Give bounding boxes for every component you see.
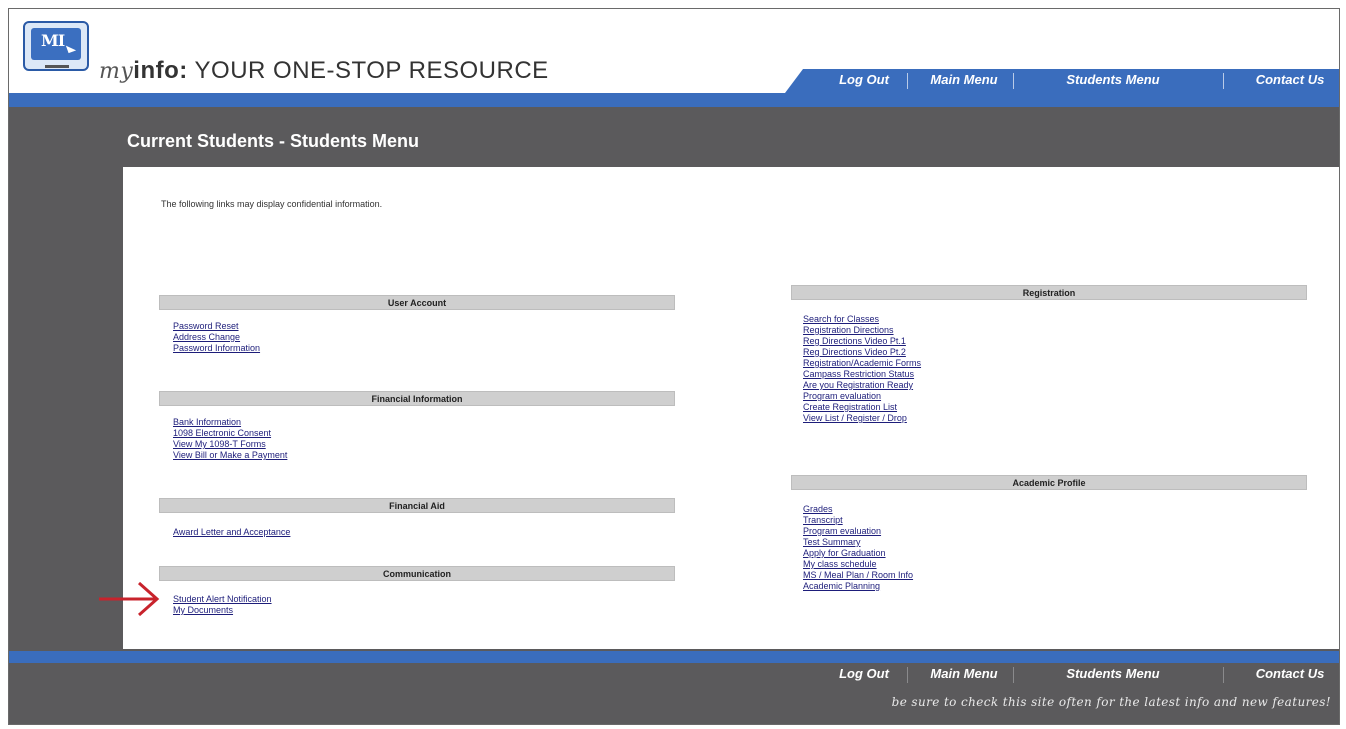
link-my-class-schedule[interactable]: My class schedule [803,559,913,570]
link-award-letter[interactable]: Award Letter and Acceptance [173,527,290,538]
link-view-bill[interactable]: View Bill or Make a Payment [173,450,287,461]
nav-divider [1223,73,1224,89]
nav-log-out[interactable]: Log Out [829,72,899,87]
section-header-financial-aid: Financial Aid [159,498,675,513]
link-password-reset[interactable]: Password Reset [173,321,260,332]
link-reg-directions-video-2[interactable]: Reg Directions Video Pt.2 [803,347,921,358]
nav-divider [1013,667,1014,683]
link-transcript[interactable]: Transcript [803,515,913,526]
nav-divider [1223,667,1224,683]
bottom-nav: Log Out Main Menu Students Menu Contact … [785,659,1339,683]
link-1098-electronic-consent[interactable]: 1098 Electronic Consent [173,428,287,439]
link-view-1098t-forms[interactable]: View My 1098-T Forms [173,439,287,450]
nav-divider [907,73,908,89]
nav-divider [1013,73,1014,89]
communication-links: Student Alert Notification My Documents [173,594,272,616]
page-title: Current Students - Students Menu [127,131,419,151]
cursor-icon [65,42,77,54]
nav-main-menu[interactable]: Main Menu [923,72,1005,87]
footer-tagline: be sure to check this site often for the… [891,695,1331,709]
link-student-alert-notification[interactable]: Student Alert Notification [173,594,272,605]
top-nav: Log Out Main Menu Students Menu Contact … [785,69,1339,93]
link-view-list-register-drop[interactable]: View List / Register / Drop [803,413,921,424]
financial-information-links: Bank Information 1098 Electronic Consent… [173,417,287,461]
footer-nav-contact-us[interactable]: Contact Us [1245,666,1335,681]
registration-links: Search for Classes Registration Directio… [803,314,921,424]
footer-nav-students-menu[interactable]: Students Menu [1053,666,1173,681]
link-grades[interactable]: Grades [803,504,913,515]
logo-text: MI [41,31,65,50]
brand-my: my [99,59,134,84]
brand-info: info: [133,57,188,84]
link-address-change[interactable]: Address Change [173,332,260,343]
section-header-academic-profile: Academic Profile [791,475,1307,490]
link-registration-directions[interactable]: Registration Directions [803,325,921,336]
nav-divider [907,667,908,683]
link-registration-academic-forms[interactable]: Registration/Academic Forms [803,358,921,369]
students-menu-panel: The following links may display confiden… [123,167,1339,649]
link-program-evaluation[interactable]: Program evaluation [803,391,921,402]
monitor-stand [45,65,69,68]
section-header-registration: Registration [791,285,1307,300]
link-meal-plan-room-info[interactable]: MS / Meal Plan / Room Info [803,570,913,581]
confidential-notice: The following links may display confiden… [161,199,383,209]
myinfo-logo-icon[interactable]: MI [23,21,89,71]
link-academic-planning[interactable]: Academic Planning [803,581,913,592]
red-arrow-icon [99,581,160,617]
monitor-icon: MI [31,28,81,60]
link-password-information[interactable]: Password Information [173,343,260,354]
link-reg-directions-video-1[interactable]: Reg Directions Video Pt.1 [803,336,921,347]
nav-contact-us[interactable]: Contact Us [1245,72,1335,87]
link-apply-for-graduation[interactable]: Apply for Graduation [803,548,913,559]
link-restriction-status[interactable]: Campass Restriction Status [803,369,921,380]
site-brand: myinfo: YOUR ONE-STOP RESOURCE [99,57,549,85]
link-registration-ready[interactable]: Are you Registration Ready [803,380,921,391]
header-blue-bar [9,93,1339,107]
link-my-documents[interactable]: My Documents [173,605,272,616]
financial-aid-links: Award Letter and Acceptance [173,527,290,538]
link-search-for-classes[interactable]: Search for Classes [803,314,921,325]
nav-students-menu[interactable]: Students Menu [1053,72,1173,87]
link-create-registration-list[interactable]: Create Registration List [803,402,921,413]
brand-tagline: YOUR ONE-STOP RESOURCE [187,57,549,84]
section-header-user-account: User Account [159,295,675,310]
footer-nav-log-out[interactable]: Log Out [829,666,899,681]
section-header-communication: Communication [159,566,675,581]
footer-nav-main-menu[interactable]: Main Menu [923,666,1005,681]
user-account-links: Password Reset Address Change Password I… [173,321,260,354]
link-test-summary[interactable]: Test Summary [803,537,913,548]
link-program-evaluation-profile[interactable]: Program evaluation [803,526,913,537]
academic-profile-links: Grades Transcript Program evaluation Tes… [803,504,913,592]
section-header-financial-information: Financial Information [159,391,675,406]
page-frame: MI myinfo: YOUR ONE-STOP RESOURCE Log Ou… [8,8,1340,725]
link-bank-information[interactable]: Bank Information [173,417,287,428]
